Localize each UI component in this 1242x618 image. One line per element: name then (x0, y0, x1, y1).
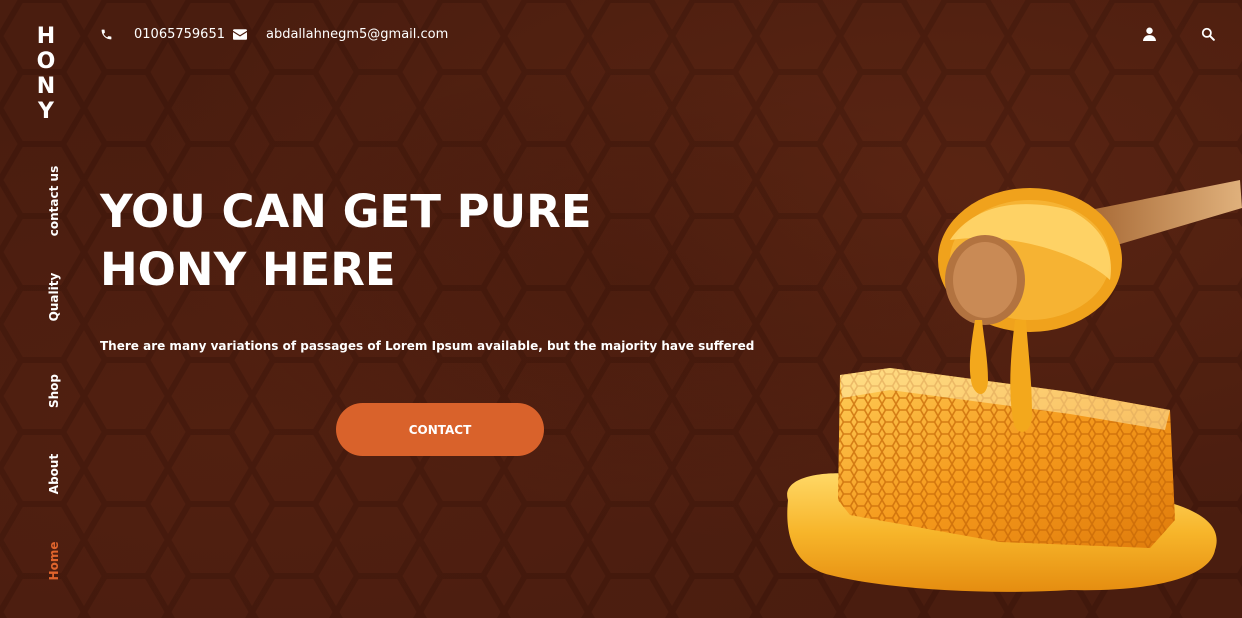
user-icon (1143, 27, 1156, 41)
envelope-icon (233, 28, 247, 40)
contact-button[interactable]: CONTACT (336, 403, 544, 456)
nav-item-shop[interactable]: Shop (47, 374, 61, 408)
nav-item-about[interactable]: About (47, 454, 61, 494)
honeycomb-dipper-image (787, 180, 1242, 592)
email-address: abdallahnegm5@gmail.com (266, 26, 449, 42)
logo-letter: Y (38, 99, 54, 124)
phone-icon (100, 28, 113, 41)
search-button[interactable] (1201, 25, 1215, 43)
hero-title-line-2: HONY HERE (100, 243, 396, 296)
email-contact[interactable]: abdallahnegm5@gmail.com (233, 25, 448, 43)
nav-item-quality[interactable]: Quality (47, 273, 61, 322)
hero-subtitle: There are many variations of passages of… (100, 339, 755, 353)
brand-logo[interactable]: H O N Y (33, 24, 59, 124)
search-icon (1201, 27, 1215, 41)
logo-letter: O (36, 49, 56, 74)
logo-letter: N (36, 74, 56, 99)
phone-number: 01065759651 (134, 26, 225, 42)
nav-item-contact-us[interactable]: contact us (47, 166, 61, 236)
user-button[interactable] (1143, 25, 1156, 43)
hero-title: YOU CAN GET PURE HONY HERE (100, 183, 620, 299)
nav-item-home[interactable]: Home (47, 542, 61, 581)
hero-title-line-1: YOU CAN GET PURE (100, 185, 592, 238)
logo-letter: H (36, 24, 56, 49)
phone-contact[interactable]: 01065759651 (100, 25, 225, 43)
